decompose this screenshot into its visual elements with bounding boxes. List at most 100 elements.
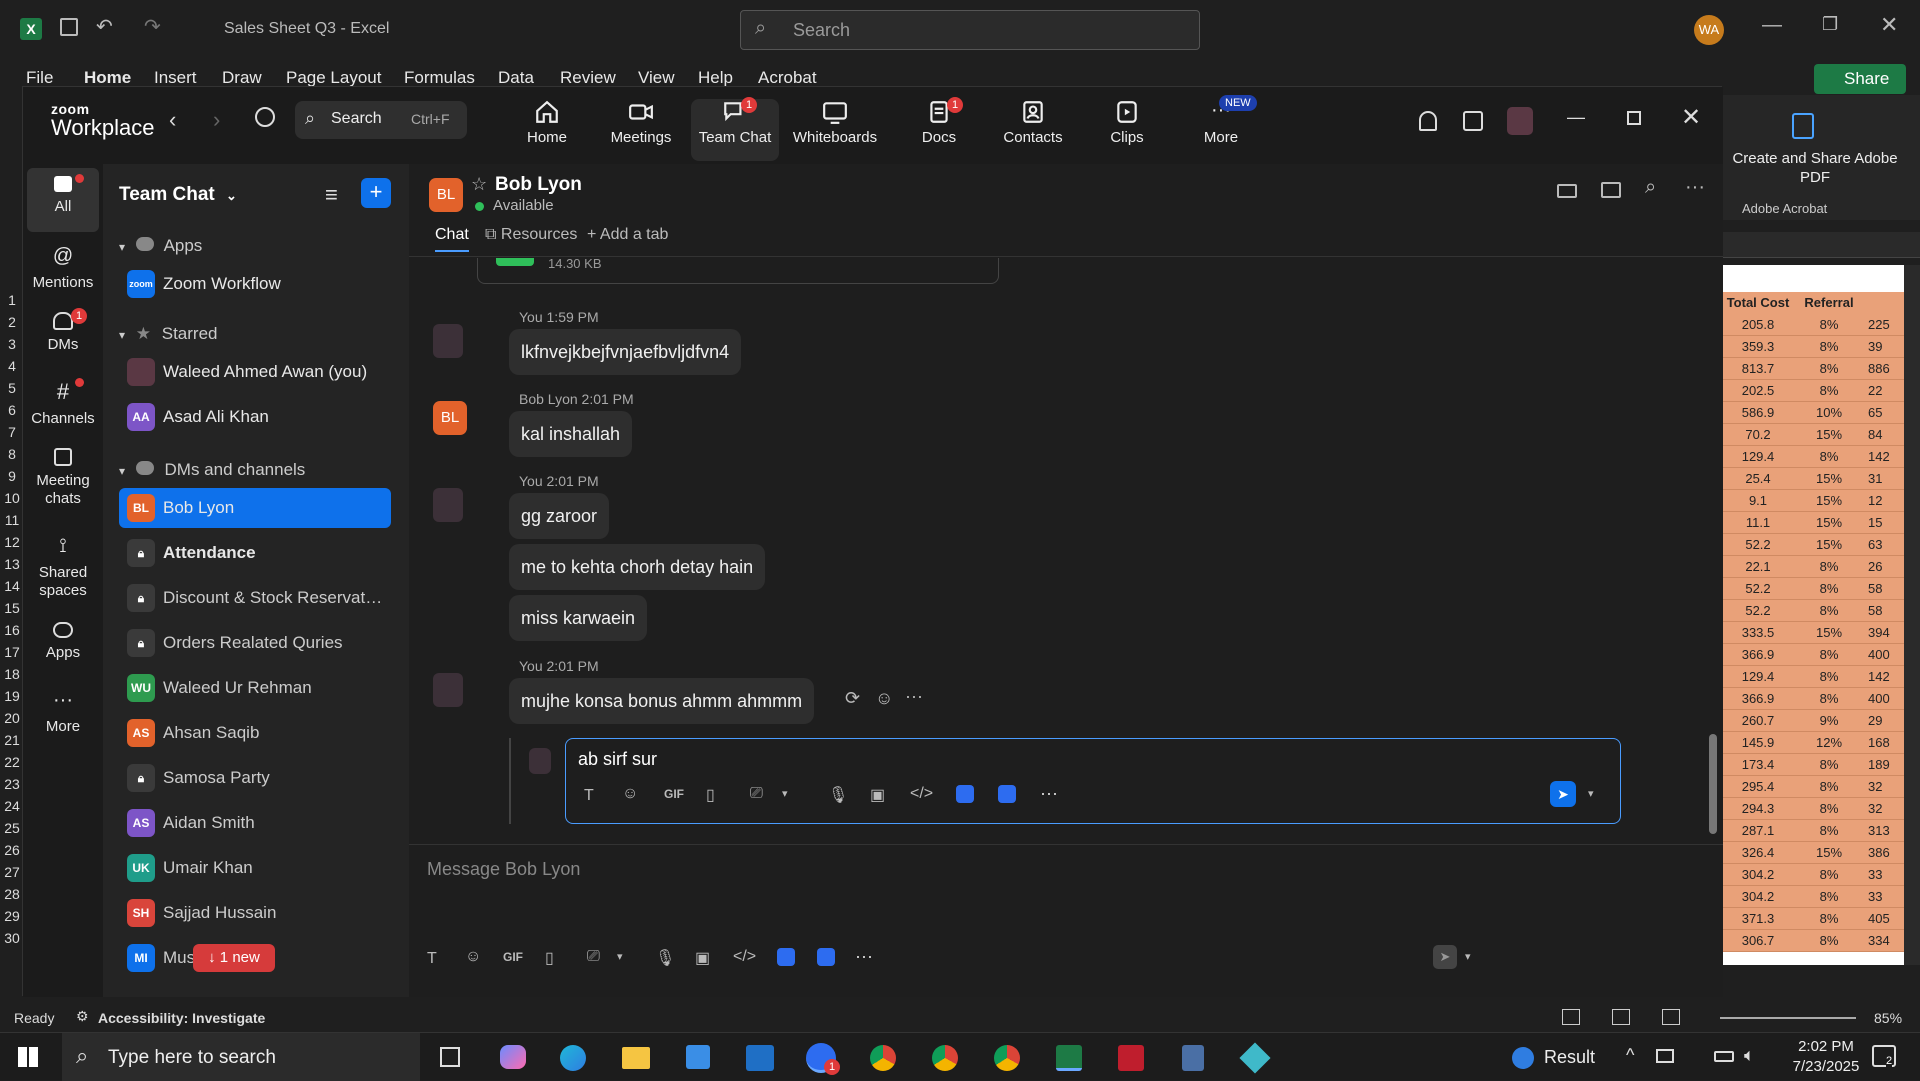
row-number[interactable]: 12	[0, 534, 24, 550]
edge-icon[interactable]	[560, 1045, 586, 1071]
table-cell[interactable]: 10%	[1794, 402, 1864, 424]
table-cell[interactable]: 8%	[1794, 930, 1864, 952]
store-icon[interactable]	[686, 1045, 710, 1069]
nav-contacts[interactable]: Contacts	[989, 99, 1077, 161]
table-cell[interactable]: 8%	[1794, 666, 1864, 688]
reply-composer[interactable]: ab sirf sur T ☺ GIF ▯ ⎚ ▾ 🎙︎ ▣ </> ··· ➤…	[565, 738, 1621, 824]
chevron-down-icon[interactable]: ▾	[617, 950, 623, 963]
table-cell[interactable]: 8%	[1794, 600, 1864, 622]
message-more-icon[interactable]: ···	[905, 686, 923, 707]
excel-restore-icon[interactable]: ❐	[1822, 14, 1838, 35]
table-cell[interactable]: 400	[1864, 644, 1904, 666]
table-cell[interactable]: 33	[1864, 886, 1904, 908]
table-cell[interactable]: 304.2	[1722, 864, 1794, 886]
app-diamond-icon[interactable]	[1239, 1042, 1271, 1074]
tab-help[interactable]: Help	[698, 68, 733, 88]
table-cell[interactable]: 145.9	[1722, 732, 1794, 754]
table-cell[interactable]: 886	[1864, 358, 1904, 380]
row-number[interactable]: 19	[0, 688, 24, 704]
table-cell[interactable]: 8%	[1794, 644, 1864, 666]
table-cell[interactable]: 8%	[1794, 358, 1864, 380]
file-icon[interactable]: ▯	[545, 948, 554, 968]
table-cell[interactable]: 260.7	[1722, 710, 1794, 732]
table-cell[interactable]: 8%	[1794, 446, 1864, 468]
message-bubble[interactable]: lkfnvejkbejfvnjaefbvljdfvn4	[509, 329, 742, 375]
table-cell[interactable]: 8%	[1794, 776, 1864, 798]
contact-name[interactable]: Bob Lyon	[495, 174, 582, 196]
table-cell[interactable]: 225	[1864, 314, 1904, 336]
table-cell[interactable]: 9%	[1794, 710, 1864, 732]
chevron-up-icon[interactable]: ^	[1626, 1045, 1634, 1066]
back-arrow-icon[interactable]: ‹	[169, 107, 176, 133]
calculator-icon[interactable]	[1182, 1045, 1204, 1071]
message-bubble[interactable]: me to kehta chorh detay hain	[509, 544, 766, 590]
nav-home[interactable]: Home	[503, 99, 591, 161]
list-item-discount-stock[interactable]: 🔒︎ Discount & Stock Reservatio...	[119, 578, 391, 618]
table-cell[interactable]: 295.4	[1722, 776, 1794, 798]
table-cell[interactable]: 8%	[1794, 314, 1864, 336]
table-cell[interactable]: 334	[1864, 930, 1904, 952]
zoom-search-box[interactable]: ⌕ Search Ctrl+F	[295, 101, 467, 139]
accessibility-status[interactable]: Accessibility: Investigate	[98, 1010, 265, 1026]
nav-meetings[interactable]: Meetings	[597, 99, 685, 161]
table-cell[interactable]: 29	[1864, 710, 1904, 732]
bell-icon[interactable]	[1419, 111, 1437, 131]
tab-page-layout[interactable]: Page Layout	[286, 68, 381, 88]
table-cell[interactable]: 8%	[1794, 380, 1864, 402]
rail-apps[interactable]: Apps	[27, 616, 99, 674]
row-number[interactable]: 17	[0, 644, 24, 660]
list-item-bob-lyon[interactable]: BL Bob Lyon	[119, 488, 391, 528]
row-number[interactable]: 14	[0, 578, 24, 594]
table-cell[interactable]: 15	[1864, 512, 1904, 534]
table-cell[interactable]: 52.2	[1722, 600, 1794, 622]
table-cell[interactable]: 304.2	[1722, 886, 1794, 908]
table-cell[interactable]: 26	[1864, 556, 1904, 578]
excel-search-box[interactable]: ⌕ Search	[740, 10, 1200, 50]
table-cell[interactable]: 386	[1864, 842, 1904, 864]
contact-avatar[interactable]: BL	[429, 178, 463, 212]
app-icon[interactable]	[777, 948, 795, 966]
row-number[interactable]: 30	[0, 930, 24, 946]
list-item-ahsan-saqib[interactable]: AS Ahsan Saqib	[119, 713, 391, 753]
table-cell[interactable]: 63	[1864, 534, 1904, 556]
table-cell[interactable]: 8%	[1794, 864, 1864, 886]
calendar-icon[interactable]	[1463, 111, 1483, 131]
table-cell[interactable]: 394	[1864, 622, 1904, 644]
table-cell[interactable]: 15%	[1794, 512, 1864, 534]
table-cell[interactable]: 58	[1864, 600, 1904, 622]
network-icon[interactable]	[1656, 1049, 1674, 1063]
rail-all[interactable]: All	[27, 168, 99, 232]
row-number[interactable]: 26	[0, 842, 24, 858]
row-number[interactable]: 25	[0, 820, 24, 836]
header-referral[interactable]: Referral	[1794, 292, 1864, 314]
row-number[interactable]: 27	[0, 864, 24, 880]
tab-formulas[interactable]: Formulas	[404, 68, 475, 88]
nav-whiteboards[interactable]: Whiteboards	[785, 99, 885, 161]
composer-more-icon[interactable]: ···	[1040, 783, 1058, 804]
code-icon[interactable]: </>	[910, 785, 933, 803]
zoom-level[interactable]: 85%	[1874, 1010, 1902, 1026]
volume-icon[interactable]: 🔈︎	[1744, 1045, 1755, 1066]
table-cell[interactable]: 205.8	[1722, 314, 1794, 336]
zoom-slider[interactable]	[1720, 1017, 1856, 1019]
list-item-orders[interactable]: 🔒︎ Orders Realated Quries	[119, 623, 391, 663]
user-avatar[interactable]: WA	[1694, 15, 1724, 45]
send-button-disabled[interactable]: ➤	[1433, 945, 1457, 969]
excel-close-icon[interactable]: ✕	[1880, 12, 1898, 38]
list-item-aidan-smith[interactable]: AS Aidan Smith	[119, 803, 391, 843]
list-item-sajjad-hussain[interactable]: SH Sajjad Hussain	[119, 893, 391, 933]
message-bubble[interactable]: miss karwaein	[509, 595, 648, 641]
table-cell[interactable]: 22.1	[1722, 556, 1794, 578]
zoom-close-icon[interactable]: ✕	[1681, 103, 1701, 132]
tab-acrobat[interactable]: Acrobat	[758, 68, 817, 88]
row-number[interactable]: 7	[0, 424, 24, 440]
redo-icon[interactable]: ↷	[144, 14, 161, 39]
nav-more[interactable]: ··· More NEW	[1177, 95, 1265, 161]
table-cell[interactable]: 15%	[1794, 534, 1864, 556]
copilot-icon[interactable]	[500, 1045, 526, 1069]
avatar[interactable]: BL	[433, 401, 467, 435]
tab-view[interactable]: View	[638, 68, 675, 88]
nav-clips[interactable]: Clips	[1083, 99, 1171, 161]
table-cell[interactable]: 8%	[1794, 754, 1864, 776]
nav-docs[interactable]: Docs 1	[895, 97, 983, 161]
